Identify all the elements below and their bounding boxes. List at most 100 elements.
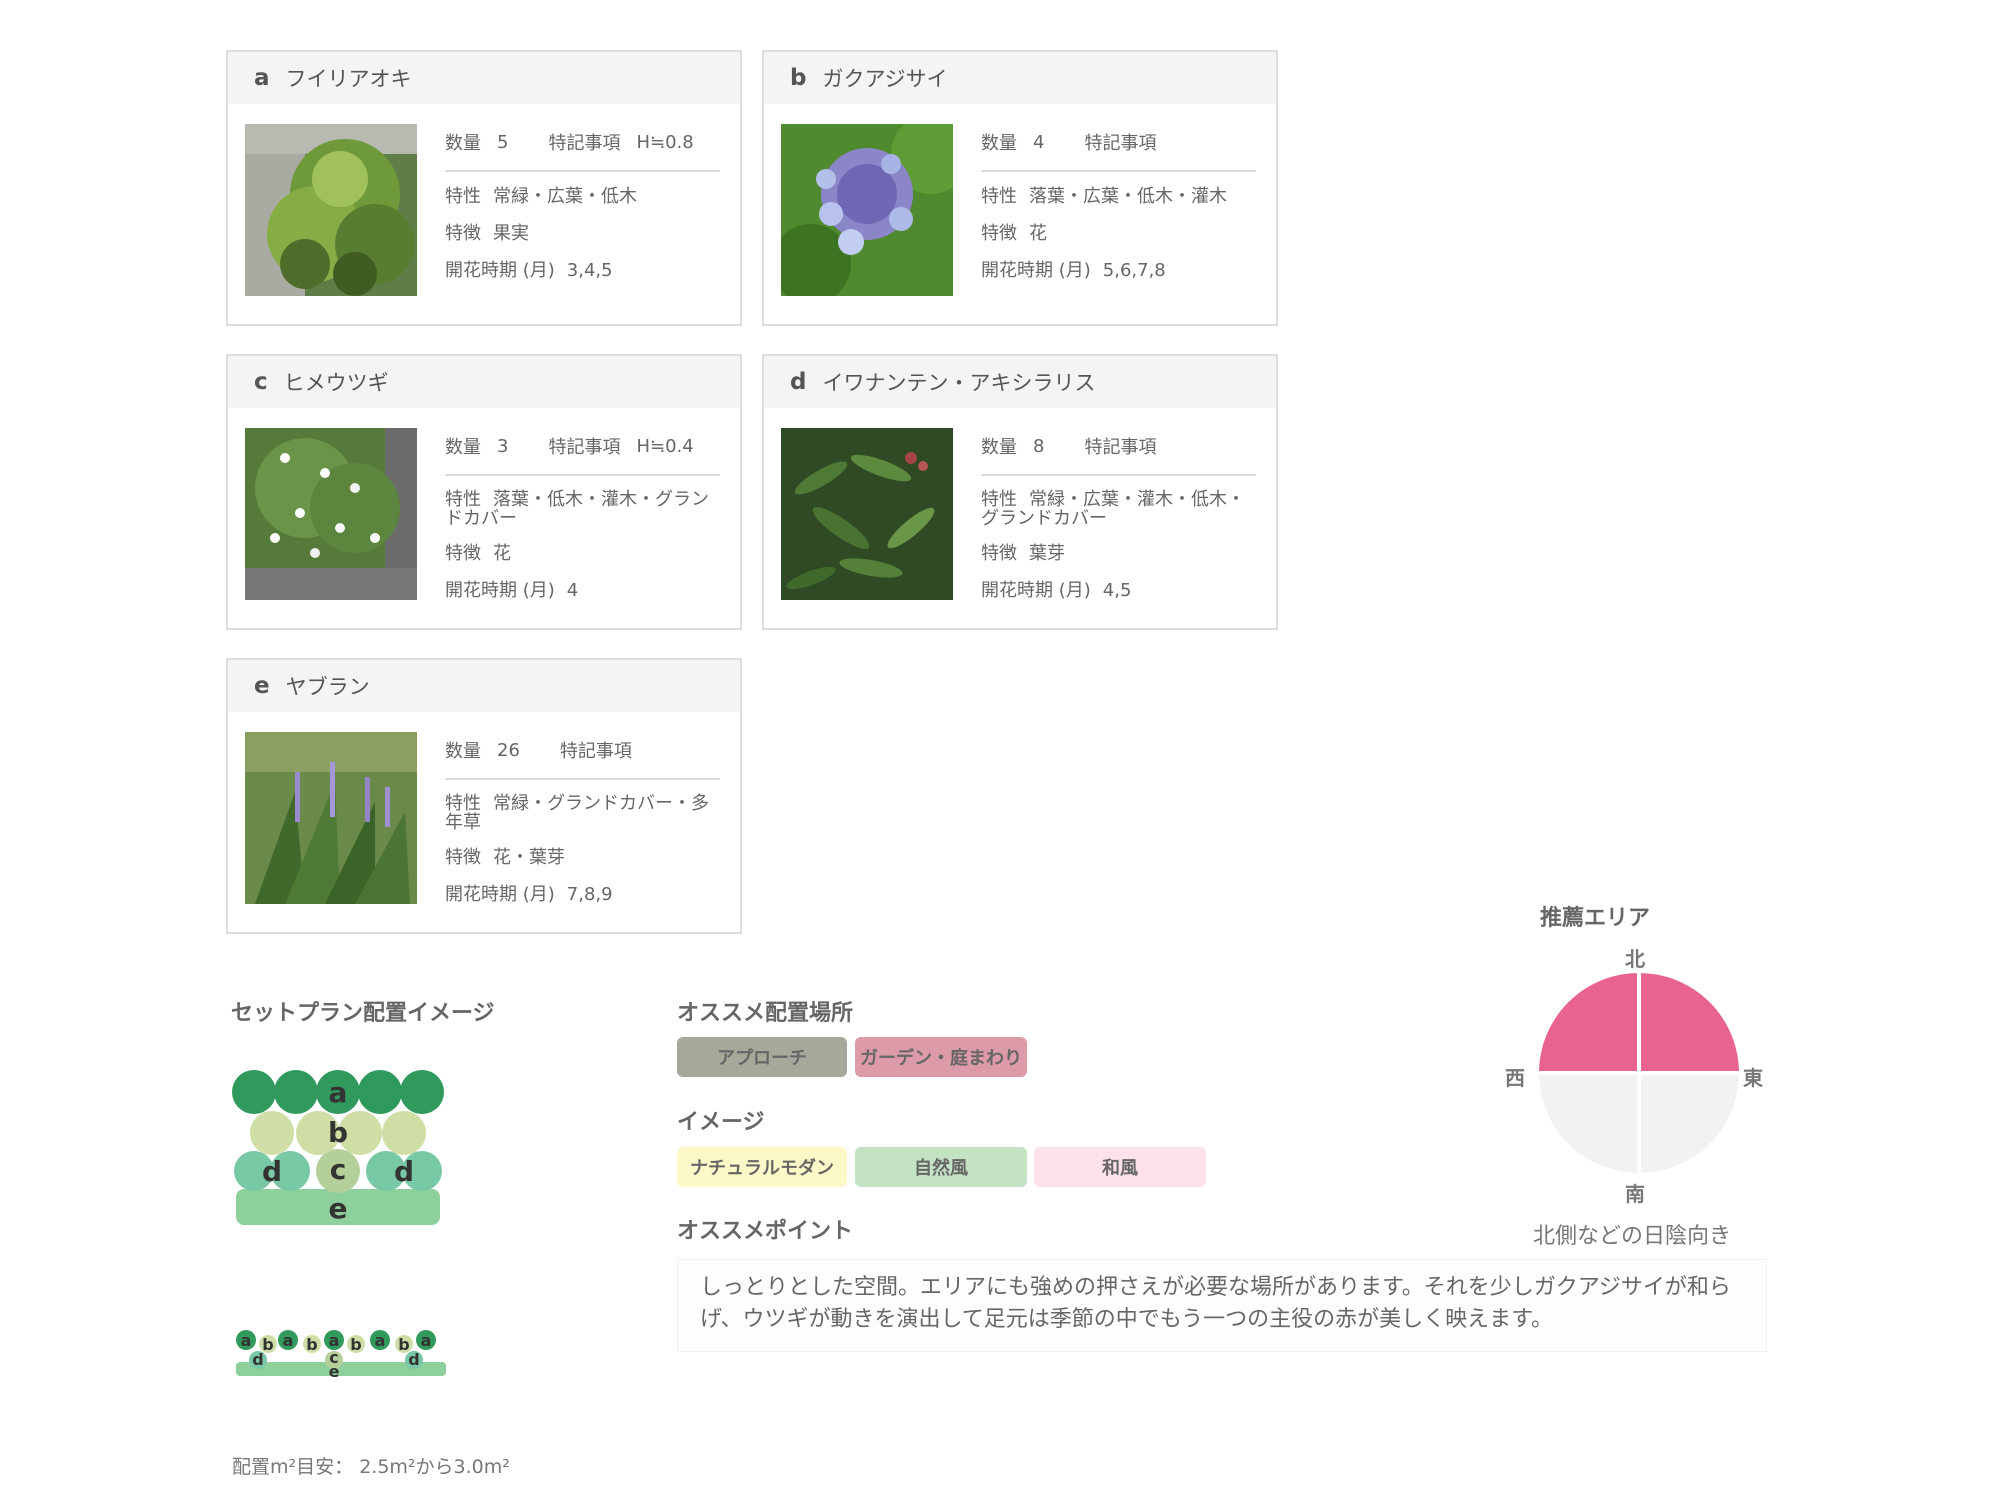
plant-info: 数量 5 特記事項 H≒0.8 特性 常緑・広葉・低木 特徴 果実 開花時期 (月)… [445,124,720,297]
feature-value: 花 [493,543,511,564]
compass-east: 東 [1743,1066,1763,1090]
tag-garden: ガーデン・庭まわり [855,1037,1027,1077]
layout-title: セットプラン配置イメージ [231,1001,495,1026]
layout-label-a: a [329,1076,348,1109]
plant-name: ヤブラン [285,675,370,699]
card-header: c ヒメウツギ [228,356,740,408]
bloom-label: 開花時期 (月) [445,884,555,905]
tag-natural-style: 自然風 [855,1147,1027,1187]
layout-diagram-large: a b c d d e [232,1065,444,1235]
bloom-label: 開花時期 (月) [445,580,555,601]
layout-diagram-small: a b a b a b a b a d c d e [236,1322,448,1386]
plant-photo [245,428,417,600]
compass-diagram [1536,970,1742,1180]
card-header: b ガクアジサイ [764,52,1276,104]
plant-info: 数量 3 特記事項 H≒0.4 特性 落葉・低木・灌木・グランドカバー 特徴花 開… [445,428,720,617]
layout-label-e: e [329,1192,348,1225]
trait-value: 常緑・広葉・低木 [493,186,637,207]
plant-name: イワナンテン・アキシラリス [822,371,1096,395]
trait-label: 特性 [445,793,481,814]
feature-value: 花 [1029,223,1047,244]
qty-label: 数量 [981,133,1017,154]
bloom-value: 7,8,9 [566,884,613,905]
plant-photo [781,124,953,296]
note-value: H≒0.4 [636,435,694,457]
divider [981,474,1256,476]
qty-value: 8 [1033,435,1045,457]
plant-info: 数量 8 特記事項 特性 常緑・広葉・灌木・低木・グランドカバー 特徴 葉芽 開花時… [981,428,1256,617]
bloom-value: 4,5 [1102,580,1132,601]
plant-letter: d [790,369,807,395]
plant-letter: a [254,65,270,91]
tag-approach: アプローチ [677,1037,847,1077]
small-label-a5: a [421,1331,432,1350]
small-label-a2: a [283,1331,294,1350]
plant-photo [245,124,417,296]
point-title: オススメポイント [677,1219,854,1244]
bloom-value: 3,4,5 [566,260,613,281]
bloom-label: 開花時期 (月) [981,580,1091,601]
qty-value: 5 [497,131,509,153]
point-text: しっとりとした空間。エリアにも強めの押さえが必要な場所があります。それを少しガク… [677,1259,1767,1352]
plant-photo [781,428,953,600]
trait-label: 特性 [445,186,481,207]
area-estimate: 配置m²目安： 2.5m²から3.0m² [232,1452,510,1479]
feature-label: 特徴 [981,543,1017,564]
feature-label: 特徴 [445,543,481,564]
trait-value: 常緑・グランドカバー・多年草 [445,793,709,833]
compass-ne [1639,973,1739,1073]
note-label: 特記事項 [559,741,632,762]
plant-letter: b [790,65,807,91]
compass-west: 西 [1505,1066,1525,1090]
qty-label: 数量 [445,437,481,458]
note-value: H≒0.8 [636,131,694,153]
card-header: d イワナンテン・アキシラリス [764,356,1276,408]
area-estimate-label: 配置m²目安： [232,1456,354,1478]
trait-value: 落葉・低木・灌木・グランドカバー [445,489,709,529]
compass-nw [1539,973,1639,1073]
feature-label: 特徴 [445,223,481,244]
bloom-label: 開花時期 (月) [445,260,555,281]
small-label-a4: a [375,1331,386,1350]
trait-label: 特性 [981,186,1017,207]
plant-name: フイリアオキ [285,67,412,91]
area-estimate-value: 2.5m²から3.0m² [359,1456,510,1478]
feature-value: 果実 [493,223,529,244]
feature-label: 特徴 [445,847,481,868]
trait-label: 特性 [445,489,481,510]
note-label: 特記事項 [1084,133,1157,154]
divider [981,170,1256,172]
layout-label-b: b [328,1116,348,1149]
small-label-e: e [329,1362,340,1381]
plant-name: ガクアジサイ [822,67,948,91]
trait-value: 落葉・広葉・低木・灌木 [1029,186,1227,207]
plant-card-a: a フイリアオキ 数量 5 特記事項 H≒0.8 特性 常緑・広葉・低木 特徴 果実… [226,50,742,326]
bloom-label: 開花時期 (月) [981,260,1091,281]
plant-card-c: c ヒメウツギ 数量 3 特記事項 H≒0.4 特性 落葉・低木・灌木・グランドカ [226,354,742,630]
plant-card-b: b ガクアジサイ 数量 4 特記事項 特性 落葉・広葉・低木・灌木 特徴花 開花時… [762,50,1278,326]
qty-value: 26 [497,739,520,761]
plant-card-d: d イワナンテン・アキシラリス 数量 8 特記事項 特性 常緑・広葉・灌木・低木・… [762,354,1278,630]
plant-info: 数量 26 特記事項 特性 常緑・グランドカバー・多年草 特徴 花・葉芽 開花時期 … [445,732,720,921]
area-note: 北側などの日陰向き [1533,1224,1732,1249]
qty-value: 3 [497,435,509,457]
small-label-d2: d [408,1350,419,1369]
compass-south: 南 [1625,1182,1645,1206]
small-label-b1: b [262,1335,273,1354]
plant-card-e: e ヤブラン 数量 26 特記事項 特性 常緑・グランドカバー・多年草 特徴 花・葉… [226,658,742,934]
plant-name: ヒメウツギ [283,371,389,395]
card-header: e ヤブラン [228,660,740,712]
layout-label-d-right: d [394,1155,414,1188]
divider [445,170,720,172]
plant-letter: e [254,673,270,699]
qty-label: 数量 [445,133,481,154]
plant-info: 数量 4 特記事項 特性 落葉・広葉・低木・灌木 特徴花 開花時期 (月) 5,6,… [981,124,1256,297]
qty-value: 4 [1033,131,1045,153]
divider [445,474,720,476]
note-label: 特記事項 [1084,437,1157,458]
feature-value: 葉芽 [1029,543,1065,564]
small-label-b3: b [350,1335,361,1354]
tag-natural-modern: ナチュラルモダン [677,1147,847,1187]
feature-label: 特徴 [981,223,1017,244]
trait-value: 常緑・広葉・灌木・低木・グランドカバー [981,489,1245,529]
